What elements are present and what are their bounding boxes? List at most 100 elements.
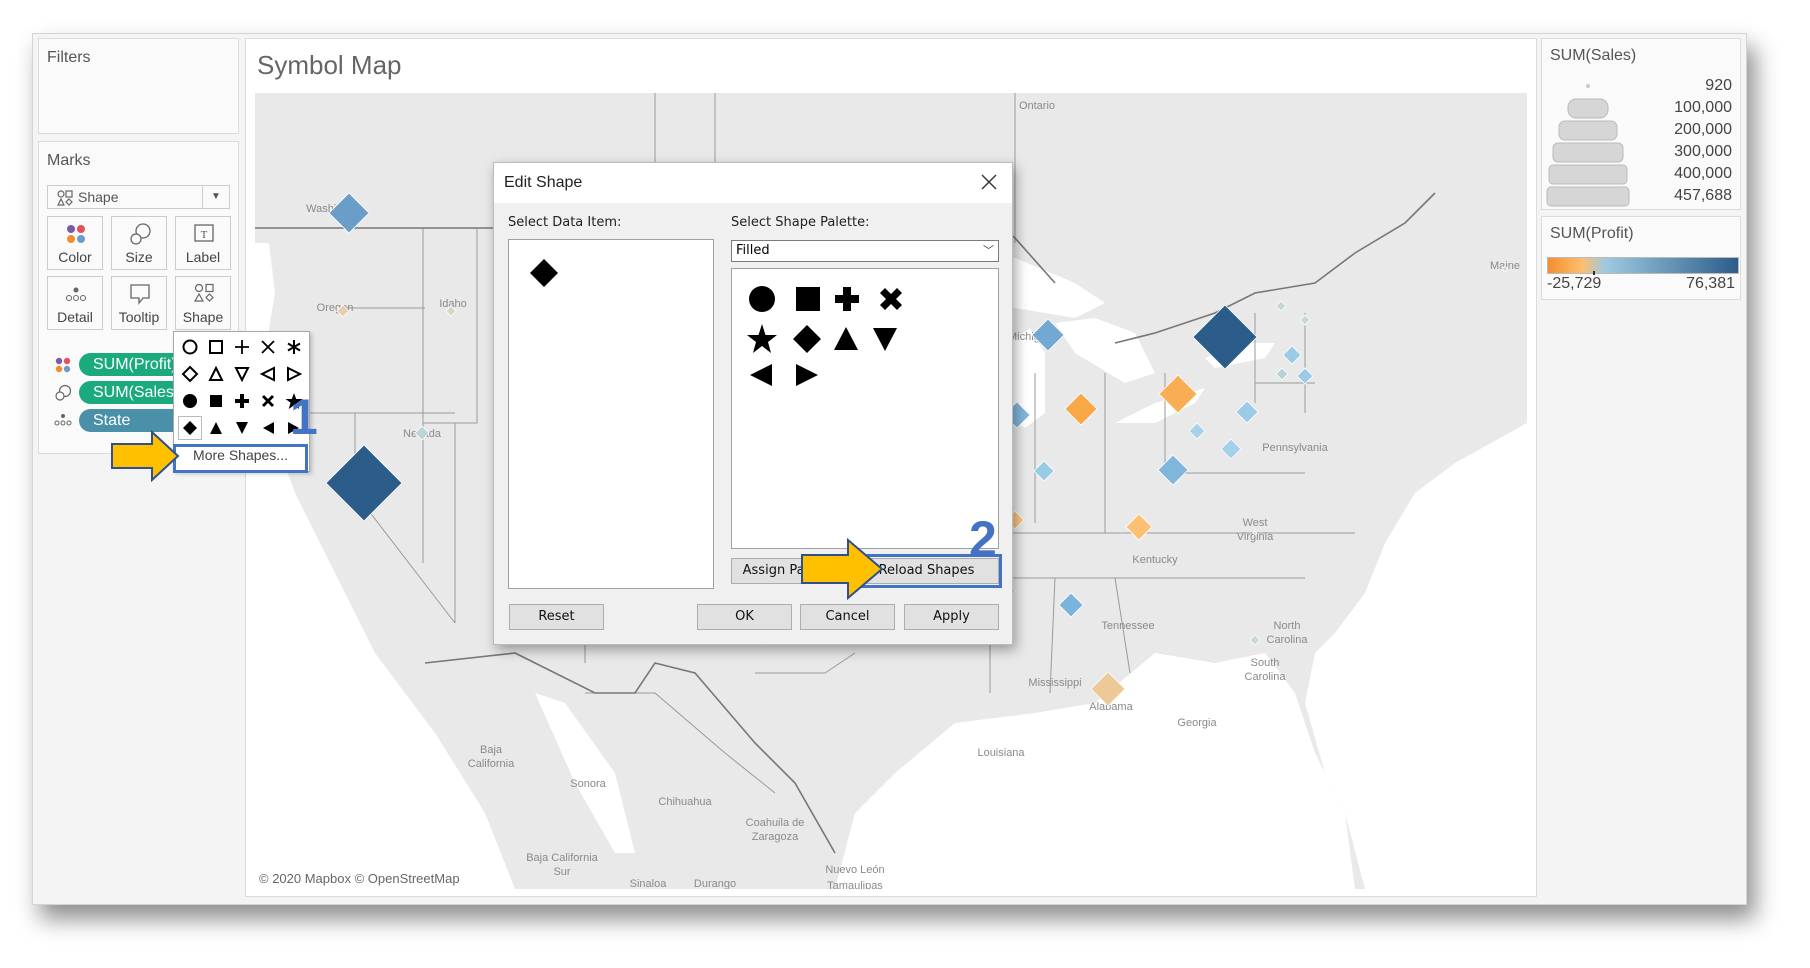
circle-icon[interactable]	[749, 286, 775, 312]
triangle-left-icon[interactable]	[750, 364, 772, 386]
x-filled-icon[interactable]	[256, 389, 280, 413]
shape-palette-select[interactable]: Filled ﹀	[731, 240, 999, 262]
highlight-more-shapes	[173, 444, 308, 473]
ok-button[interactable]: OK	[697, 604, 792, 630]
detail-icon	[66, 287, 86, 301]
shape-palette-value: Filled	[736, 243, 770, 258]
place-label: Tamaulipas	[827, 880, 883, 889]
chevron-down-icon: ﹀	[983, 244, 994, 257]
triangle-right-outline-icon[interactable]	[282, 362, 306, 386]
shapes-icon	[57, 190, 73, 206]
place-label: Tennessee	[1101, 620, 1154, 632]
place-label: Zaragoza	[752, 831, 799, 843]
color-gradient-bar[interactable]	[1547, 257, 1739, 274]
map-attribution[interactable]: © 2020 Mapbox © OpenStreetMap	[259, 871, 460, 886]
asterisk-icon[interactable]	[282, 335, 306, 359]
filters-title: Filters	[47, 49, 91, 66]
place-label: Sinaloa	[630, 878, 668, 889]
star-icon[interactable]	[747, 324, 777, 353]
close-icon[interactable]	[978, 171, 1000, 193]
place-label: Sonora	[570, 778, 606, 790]
plus-filled-icon[interactable]	[230, 389, 254, 413]
detail-icon	[54, 414, 72, 426]
reset-button[interactable]: Reset	[509, 604, 604, 630]
filters-shelf[interactable]: Filters	[38, 38, 239, 134]
size-button[interactable]: Size	[111, 216, 167, 270]
label-button[interactable]: T Label	[175, 216, 231, 270]
place-label: Baja California	[526, 852, 598, 864]
triangle-down-filled-icon[interactable]	[230, 416, 254, 440]
detail-button[interactable]: Detail	[47, 276, 103, 330]
color-button[interactable]: Color	[47, 216, 103, 270]
size-label: Size	[125, 249, 153, 265]
size-swatch	[1552, 142, 1624, 163]
place-label: Louisiana	[977, 747, 1025, 759]
square-outline-icon[interactable]	[204, 335, 228, 359]
triangle-up-outline-icon[interactable]	[204, 362, 228, 386]
plus-icon[interactable]	[835, 287, 859, 311]
shape-label: Shape	[182, 309, 224, 325]
circle-outline-icon[interactable]	[178, 335, 202, 359]
triangle-down-outline-icon[interactable]	[230, 362, 254, 386]
profit-color-legend: SUM(Profit) -25,729 76,381	[1541, 216, 1741, 300]
size-swatch	[1548, 164, 1628, 185]
size-swatch	[1558, 120, 1618, 141]
place-label: Georgia	[1177, 717, 1217, 729]
palette-shapes	[747, 286, 902, 386]
profit-legend-title: SUM(Profit)	[1550, 225, 1634, 242]
marks-title: Marks	[47, 152, 91, 169]
arrow-annotation-2-icon	[801, 538, 884, 600]
color-label: Color	[58, 249, 92, 265]
size-icon	[130, 223, 151, 245]
cross-icon[interactable]	[880, 288, 902, 310]
place-label: Coahuila de	[746, 817, 805, 829]
place-label: North	[1274, 620, 1301, 632]
shape-button[interactable]: Shape	[175, 276, 231, 330]
apply-button[interactable]: Apply	[904, 604, 999, 630]
label-label: Label	[185, 249, 221, 265]
detail-label: Detail	[57, 309, 93, 325]
size-swatch	[1586, 84, 1590, 88]
square-filled-icon[interactable]	[204, 389, 228, 413]
diamond-outline-icon[interactable]	[178, 362, 202, 386]
plus-thin-icon[interactable]	[230, 335, 254, 359]
place-label: Carolina	[1267, 634, 1309, 646]
sheet-title: Symbol Map	[257, 50, 402, 80]
cancel-button[interactable]: Cancel	[800, 604, 895, 630]
chevron-down-icon[interactable]: ▼	[202, 186, 229, 208]
square-icon[interactable]	[796, 287, 820, 311]
shape-palette-grid[interactable]	[731, 268, 999, 549]
size-swatch	[1567, 98, 1609, 119]
place-label: Baja	[480, 744, 503, 756]
label-icon: T	[194, 224, 214, 242]
size-legend-shapes	[1546, 84, 1630, 207]
sales-size-legend: SUM(Sales) 920 100,000 200,000 300,000 4…	[1541, 38, 1741, 210]
size-legend-value: 100,000	[1674, 99, 1732, 116]
place-label: Ontario	[1019, 100, 1055, 112]
triangle-left-outline-icon[interactable]	[256, 362, 280, 386]
size-legend-value: 457,688	[1674, 187, 1732, 204]
circle-filled-icon[interactable]	[178, 389, 202, 413]
place-label: Sur	[553, 866, 570, 878]
mark-type-dropdown[interactable]: Shape ▼	[47, 185, 230, 209]
x-thin-icon[interactable]	[256, 335, 280, 359]
svg-text:T: T	[201, 229, 208, 241]
triangle-up-filled-icon[interactable]	[204, 416, 228, 440]
select-data-item-label: Select Data Item:	[508, 215, 622, 230]
shape-icon	[193, 283, 214, 302]
data-item-list[interactable]	[508, 239, 714, 589]
place-label: Nuevo León	[825, 864, 884, 876]
size-legend-value: 300,000	[1674, 143, 1732, 160]
size-swatch	[1546, 186, 1630, 207]
data-item-diamond[interactable]	[529, 258, 559, 288]
diamond-icon[interactable]	[793, 325, 821, 353]
place-label: Chihuahua	[658, 796, 712, 808]
triangle-up-icon[interactable]	[834, 327, 858, 350]
diamond-icon	[530, 259, 558, 287]
triangle-left-filled-icon[interactable]	[256, 416, 280, 440]
step-1-number: 1	[290, 389, 318, 445]
triangle-right-icon[interactable]	[796, 364, 818, 386]
diamond-filled-icon[interactable]	[178, 416, 202, 440]
triangle-down-icon[interactable]	[873, 328, 897, 351]
tooltip-button[interactable]: Tooltip	[111, 276, 167, 330]
